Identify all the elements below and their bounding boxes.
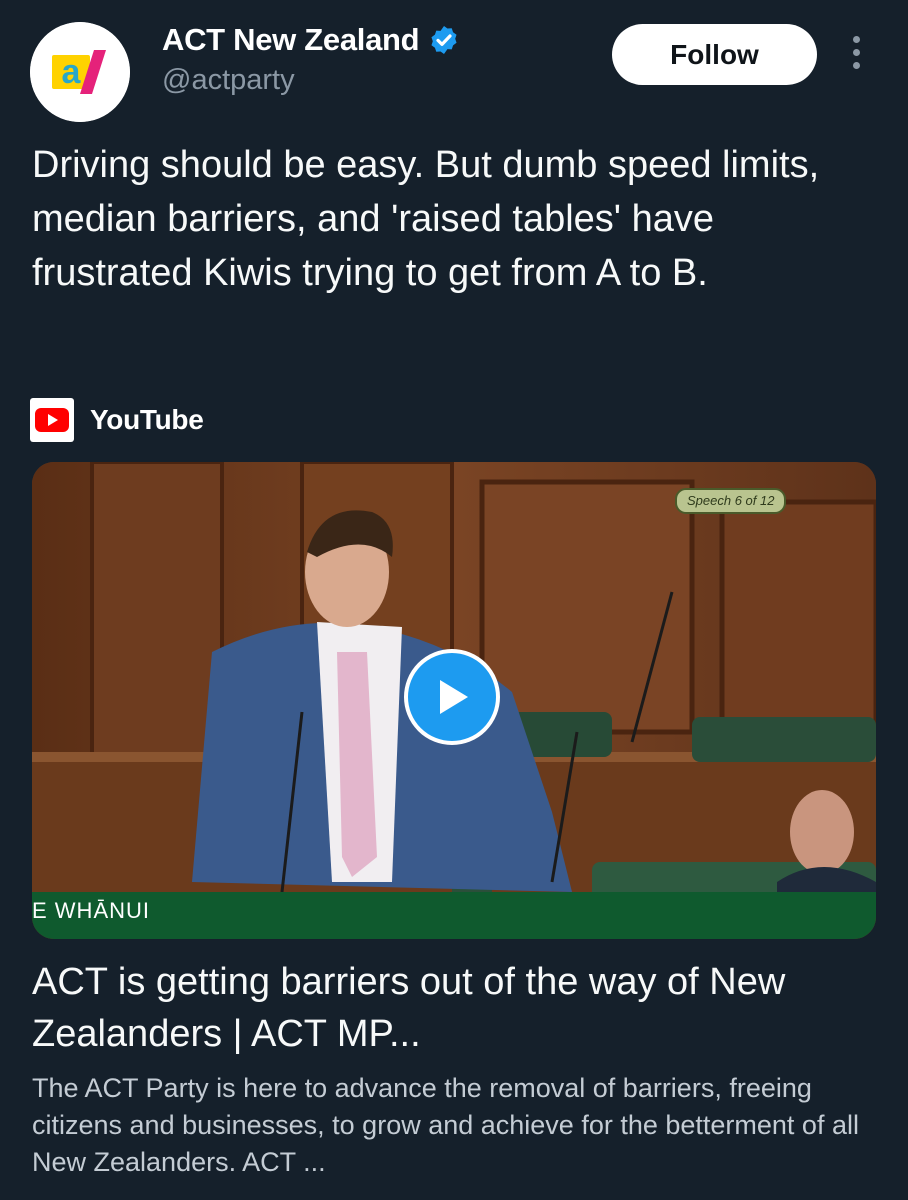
svg-text:a: a <box>62 53 82 91</box>
post-text: Driving should be easy. But dumb speed l… <box>32 144 820 294</box>
post-header: a ACT New Zealand @actparty Follow <box>0 0 908 130</box>
link-card-description: The ACT Party is here to advance the rem… <box>32 1073 859 1177</box>
play-icon[interactable] <box>404 649 500 745</box>
display-name[interactable]: ACT New Zealand <box>162 22 420 58</box>
more-vertical-icon[interactable] <box>846 36 866 76</box>
link-card-title[interactable]: ACT is getting barriers out of the way o… <box>32 956 882 1060</box>
follow-button[interactable]: Follow <box>612 24 817 85</box>
lower-third-bar <box>32 892 876 939</box>
video-thumbnail[interactable]: Speech 6 of 12 E WHĀNUI <box>32 462 876 939</box>
lower-third-caption: E WHĀNUI <box>32 898 150 923</box>
source-name: YouTube <box>90 404 204 435</box>
handle[interactable]: @actparty <box>162 64 295 97</box>
avatar[interactable]: a <box>30 22 130 122</box>
act-logo: a <box>30 22 130 122</box>
link-source: YouTube <box>30 398 204 442</box>
youtube-logo-icon <box>30 398 74 442</box>
verified-badge-icon <box>431 26 457 54</box>
speech-badge: Speech 6 of 12 <box>675 488 787 514</box>
